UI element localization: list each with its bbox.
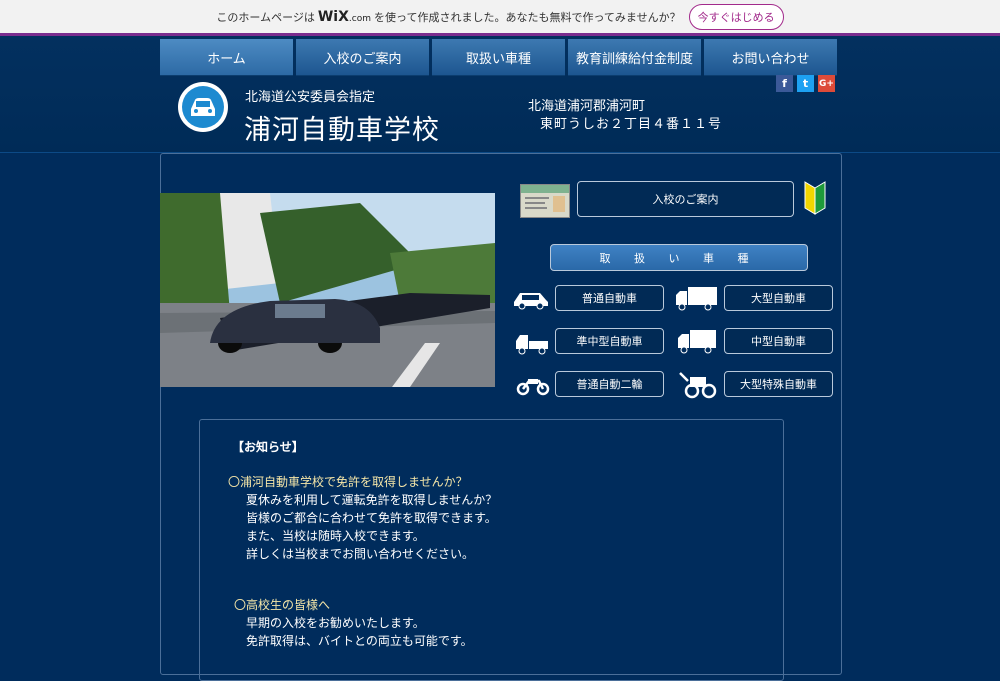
notice-line: 〇浦河自動車学校で免許を取得しませんか？ bbox=[228, 475, 468, 489]
notice-line: 免許取得は、バイトとの両立も可能です。 bbox=[246, 634, 473, 648]
medium-truck-icon bbox=[678, 330, 716, 354]
header-subtitle: 北海道公安委員会指定 bbox=[245, 90, 376, 105]
vehicle-button-regular-car[interactable]: 普通自動車 bbox=[555, 285, 664, 311]
motorcycle-icon bbox=[516, 379, 550, 396]
car-icon bbox=[514, 293, 548, 310]
logo-car-icon bbox=[191, 98, 215, 116]
vehicle-button-large-vehicle[interactable]: 大型自動車 bbox=[724, 285, 833, 311]
school-cars-photo bbox=[160, 193, 495, 387]
license-card-icon bbox=[520, 184, 570, 218]
google-plus-icon[interactable]: G+ bbox=[818, 75, 835, 92]
twitter-icon[interactable]: t bbox=[797, 75, 814, 92]
admission-info-button[interactable]: 入校のご案内 bbox=[577, 181, 794, 217]
beginner-mark-icon bbox=[804, 181, 826, 215]
semi-medium-truck-icon bbox=[516, 335, 548, 355]
notice-line: また、当校は随時入校できます。 bbox=[246, 529, 425, 543]
address-line2: 東町うしお２丁目４番１１号 bbox=[540, 117, 723, 132]
nav-item-contact[interactable]: お問い合わせ bbox=[704, 39, 837, 76]
vehicle-types-button[interactable]: 取 扱 い 車 種 bbox=[550, 244, 808, 271]
school-logo bbox=[178, 82, 228, 132]
page-title: 浦河自動車学校 bbox=[244, 115, 440, 146]
large-truck-icon bbox=[676, 287, 717, 311]
nav-item-admission[interactable]: 入校のご案内 bbox=[296, 39, 429, 76]
facebook-icon[interactable]: f bbox=[776, 75, 793, 92]
vehicle-button-medium[interactable]: 中型自動車 bbox=[724, 328, 833, 354]
notice-title: 【お知らせ】 bbox=[232, 440, 304, 454]
vehicle-button-semi-medium[interactable]: 準中型自動車 bbox=[555, 328, 664, 354]
nav-item-home[interactable]: ホーム bbox=[160, 39, 293, 76]
notice-line: 早期の入校をお勧めいたします。 bbox=[246, 616, 425, 630]
main-nav: ホーム 入校のご案内 取扱い車種 教育訓練給付金制度 お問い合わせ bbox=[160, 39, 837, 76]
wix-banner: このホームページは WiX.com を使って作成されました。あなたも無料で作って… bbox=[0, 0, 1000, 36]
notice-line: 皆様のご都合に合わせて免許を取得できます。 bbox=[246, 511, 497, 525]
notice-line: 詳しくは当校までお問い合わせください。 bbox=[246, 547, 475, 561]
notice-line: 〇高校生の皆様へ bbox=[234, 598, 331, 612]
wix-banner-post-text: を使って作成されました。あなたも無料で作ってみませんか？ bbox=[374, 10, 681, 24]
nav-item-vehicle-types[interactable]: 取扱い車種 bbox=[432, 39, 565, 76]
address-line1: 北海道浦河郡浦河町 bbox=[528, 99, 646, 114]
notice-line: 夏休みを利用して運転免許を取得しませんか？ bbox=[246, 493, 498, 507]
tractor-icon bbox=[679, 372, 717, 399]
vehicle-button-motorcycle[interactable]: 普通自動二輪 bbox=[555, 371, 664, 397]
wix-start-button[interactable]: 今すぐはじめる bbox=[688, 3, 784, 30]
social-links: f t G+ bbox=[776, 75, 835, 92]
wix-banner-pre-text: このホームページは bbox=[216, 10, 315, 24]
vehicle-button-special-vehicle[interactable]: 大型特殊自動車 bbox=[724, 371, 833, 397]
nav-item-training-benefit[interactable]: 教育訓練給付金制度 bbox=[568, 39, 701, 76]
wix-logo: WiX.com bbox=[317, 8, 371, 25]
